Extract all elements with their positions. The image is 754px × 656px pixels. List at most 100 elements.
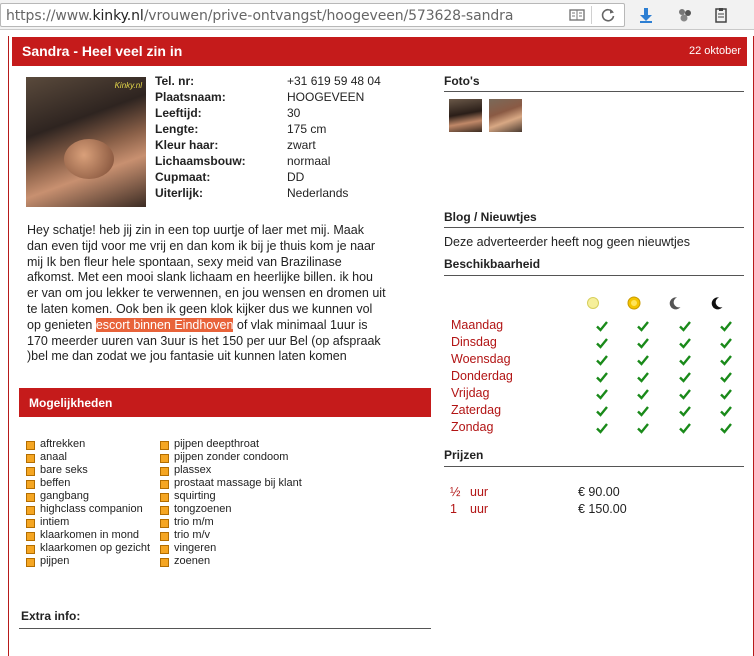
mogelijkheid-item: anaal (26, 451, 150, 464)
mogelijkheid-item: klaarkomen in mond (26, 529, 150, 542)
availability-check-icon (637, 423, 649, 434)
availability-check-icon (679, 423, 691, 434)
availability-check-icon (637, 389, 649, 400)
availability-check-icon (596, 389, 608, 400)
mogelijkheid-item: zoenen (160, 555, 302, 568)
availability-check-icon (720, 355, 732, 366)
reload-icon[interactable] (600, 7, 616, 23)
prijzen-title: Prijzen (444, 448, 484, 462)
mogelijkheid-item: pijpen (26, 555, 150, 568)
divider (444, 466, 744, 467)
availability-check-icon (596, 355, 608, 366)
night-moon-icon (711, 297, 723, 310)
availability-check-icon (637, 355, 649, 366)
availability-day: Donderdag (451, 369, 513, 383)
mogelijkheid-item: aftrekken (26, 438, 150, 451)
mogelijkheid-item: tongzoenen (160, 503, 302, 516)
profile-title: Sandra - Heel veel zin in (22, 43, 183, 59)
mogelijkheid-item: beffen (26, 477, 150, 490)
divider (444, 91, 744, 92)
mogelijkheid-item: plassex (160, 464, 302, 477)
availability-check-icon (679, 338, 691, 349)
profile-description: Hey schatje! heb jij zin in een top uurt… (27, 223, 386, 364)
mogelijkheden-list-2: pijpen deepthroat pijpen zonder condoom pl… (160, 438, 302, 568)
detail-row: Kleur haar: zwart (155, 138, 316, 152)
profile-header: Sandra - Heel veel zin in 22 oktober (12, 37, 747, 66)
afternoon-sun-icon (627, 296, 641, 310)
mogelijkheid-item: intiem (26, 516, 150, 529)
price-row: ½ uur € 90.00 (450, 485, 620, 499)
mogelijkheid-item: bare seks (26, 464, 150, 477)
availability-check-icon (679, 406, 691, 417)
photo-watermark: Kinky.nl (114, 81, 142, 90)
url-text: https://www.kinky.nl/vrouwen/prive-ontva… (6, 8, 514, 24)
blog-title: Blog / Nieuwtjes (444, 210, 537, 224)
detail-row: Lichaamsbouw: normaal (155, 154, 331, 168)
url-input[interactable]: https://www.kinky.nl/vrouwen/prive-ontva… (0, 3, 625, 27)
availability-day: Dinsdag (451, 335, 497, 349)
availability-day: Vrijdag (451, 386, 490, 400)
availability-check-icon (720, 423, 732, 434)
availability-check-icon (637, 338, 649, 349)
availability-check-icon (596, 338, 608, 349)
blog-text: Deze adverteerder heeft nog geen nieuwtj… (444, 235, 690, 249)
availability-check-icon (679, 321, 691, 332)
photo-thumbnail[interactable] (449, 99, 482, 132)
profile-photo[interactable]: Kinky.nl (26, 77, 146, 207)
mogelijkheid-item: gangbang (26, 490, 150, 503)
availability-check-icon (637, 321, 649, 332)
availability-check-icon (679, 389, 691, 400)
availability-check-icon (596, 423, 608, 434)
mogelijkheid-item: highclass companion (26, 503, 150, 516)
divider (19, 628, 431, 629)
photo-thumbnail[interactable] (489, 99, 522, 132)
clipboard-icon[interactable] (713, 7, 729, 23)
extra-info-title: Extra info: (21, 609, 81, 623)
availability-check-icon (720, 338, 732, 349)
price-row: 1 uur € 150.00 (450, 502, 627, 516)
availability-check-icon (720, 406, 732, 417)
availability-check-icon (596, 321, 608, 332)
mogelijkheid-item: squirting (160, 490, 302, 503)
beschikbaarheid-title: Beschikbaarheid (444, 257, 541, 271)
divider (444, 227, 744, 228)
detail-row: Plaatsnaam: HOOGEVEEN (155, 90, 365, 104)
detail-row: Leeftijd: 30 (155, 106, 301, 120)
mogelijkheid-item: pijpen deepthroat (160, 438, 302, 451)
availability-check-icon (720, 389, 732, 400)
detail-row: Cupmaat: DD (155, 170, 305, 184)
mogelijkheid-item: trio m/m (160, 516, 302, 529)
extension-icon[interactable] (677, 7, 693, 23)
availability-day: Woensdag (451, 352, 511, 366)
fotos-title: Foto's (444, 74, 480, 88)
availability-check-icon (679, 355, 691, 366)
reader-view-icon[interactable] (569, 7, 585, 23)
availability-check-icon (679, 372, 691, 383)
profile-date: 22 oktober (689, 45, 741, 57)
mogelijkheid-item: vingeren (160, 542, 302, 555)
mogelijkheden-list-1: aftrekken anaal bare seks beffen gangbang hig… (26, 438, 150, 568)
availability-day: Zaterdag (451, 403, 502, 417)
availability-check-icon (596, 406, 608, 417)
detail-row: Tel. nr: +31 619 59 48 04 (155, 74, 381, 88)
mogelijkheid-item: klaarkomen op gezicht (26, 542, 150, 555)
availability-day: Maandag (451, 318, 504, 332)
download-icon[interactable] (638, 7, 654, 23)
availability-day: Zondag (451, 420, 494, 434)
browser-toolbar: https://www.kinky.nl/vrouwen/prive-ontva… (0, 0, 754, 30)
divider (444, 275, 744, 276)
escort-link[interactable]: escort binnen Eindhoven (95, 317, 234, 332)
mogelijkheid-item: prostaat massage bij klant (160, 477, 302, 490)
availability-check-icon (637, 406, 649, 417)
url-separator (591, 6, 592, 24)
mogelijkheid-item: trio m/v (160, 529, 302, 542)
availability-check-icon (720, 372, 732, 383)
morning-sun-icon (587, 297, 599, 309)
evening-moon-icon (669, 297, 681, 310)
mogelijkheden-header: Mogelijkheden (19, 388, 431, 417)
availability-check-icon (596, 372, 608, 383)
mogelijkheid-item: pijpen zonder condoom (160, 451, 302, 464)
detail-row: Lengte: 175 cm (155, 122, 327, 136)
availability-check-icon (720, 321, 732, 332)
detail-row: Uiterlijk: Nederlands (155, 186, 349, 200)
